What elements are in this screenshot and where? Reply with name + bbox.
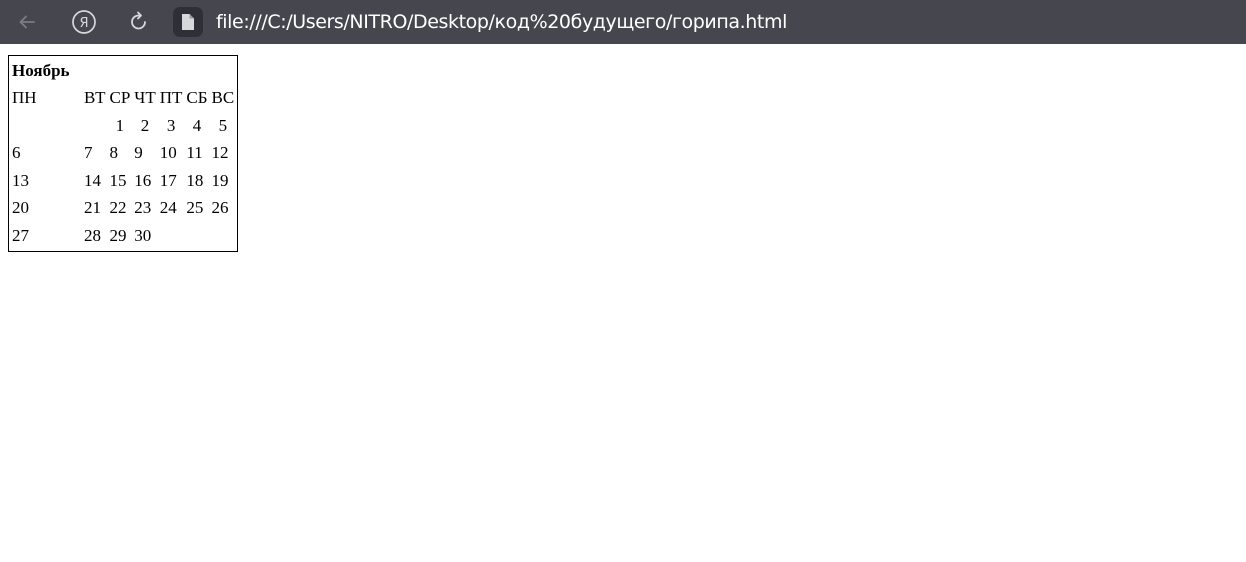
day-cell <box>11 113 81 139</box>
month-title: Ноябрь <box>12 60 70 80</box>
weekday-sat: СБ <box>186 88 208 108</box>
file-icon <box>182 14 194 30</box>
day-cell: 3 <box>166 115 176 135</box>
day-cell: 2 <box>140 115 150 135</box>
weekday-wed: СР <box>109 88 131 108</box>
browser-toolbar: Я file:///C:/Users/NITRO/Desktop/код%20б… <box>0 0 1246 44</box>
day-cell: 5 <box>218 115 228 135</box>
day-cell: 16 <box>134 170 152 190</box>
weekday-header-row: ПН ВТ СР ЧТ ПТ СБ ВС <box>11 86 235 112</box>
reload-icon <box>131 11 146 30</box>
day-cell: 20 <box>12 198 29 218</box>
page-info-button[interactable] <box>173 7 203 37</box>
yandex-button[interactable]: Я <box>70 8 98 36</box>
week-row: 6 7 8 9 10 11 12 <box>11 141 235 167</box>
week-row: 20 21 22 23 24 25 26 <box>11 196 235 222</box>
day-cell: 29 <box>109 225 127 245</box>
day-cell: 11 <box>186 143 203 163</box>
yandex-logo-icon: Я <box>72 10 96 34</box>
day-cell: 21 <box>84 198 101 218</box>
week-row: 27 28 29 30 <box>11 223 235 249</box>
day-cell <box>159 223 184 249</box>
weekday-tue: ВТ <box>84 88 106 108</box>
day-cell: 26 <box>211 198 229 218</box>
day-cell <box>211 223 236 249</box>
day-cell: 19 <box>211 170 229 190</box>
day-cell: 14 <box>84 170 101 190</box>
weekday-mon: ПН <box>12 88 37 108</box>
calendar-title-row: Ноябрь <box>11 58 235 84</box>
day-cell: 18 <box>186 170 204 190</box>
day-cell: 4 <box>192 115 202 135</box>
day-cell: 6 <box>12 143 21 163</box>
address-bar-url[interactable]: file:///C:/Users/NITRO/Desktop/код%20буд… <box>216 9 787 35</box>
week-row: 13 14 15 16 17 18 19 <box>11 168 235 194</box>
arrow-left-icon <box>19 15 35 29</box>
day-cell: 28 <box>84 225 101 245</box>
day-cell: 30 <box>134 225 152 245</box>
day-cell: 15 <box>109 170 127 190</box>
day-cell: 1 <box>115 115 125 135</box>
reload-button[interactable] <box>125 8 153 36</box>
day-cell: 12 <box>211 143 229 163</box>
back-button[interactable] <box>13 8 41 36</box>
day-cell: 13 <box>12 170 29 190</box>
day-cell <box>185 223 208 249</box>
day-cell <box>83 113 107 139</box>
weekday-sun: ВС <box>211 88 235 108</box>
day-cell: 24 <box>159 198 177 218</box>
day-cell: 25 <box>186 198 204 218</box>
day-cell: 8 <box>109 143 119 163</box>
yandex-logo-letter: Я <box>79 16 88 31</box>
calendar-table: Ноябрь ПН ВТ СР ЧТ ПТ СБ ВС 1 2 3 4 5 6 … <box>8 55 239 252</box>
day-cell: 10 <box>159 143 177 163</box>
week-row: 1 2 3 4 5 <box>11 113 235 139</box>
day-cell: 7 <box>84 143 93 163</box>
day-cell: 22 <box>109 198 127 218</box>
day-cell: 23 <box>134 198 152 218</box>
day-cell: 27 <box>12 225 29 245</box>
weekday-thu: ЧТ <box>134 88 156 108</box>
day-cell: 17 <box>159 170 177 190</box>
weekday-fri: ПТ <box>159 88 183 108</box>
day-cell: 9 <box>134 143 143 163</box>
